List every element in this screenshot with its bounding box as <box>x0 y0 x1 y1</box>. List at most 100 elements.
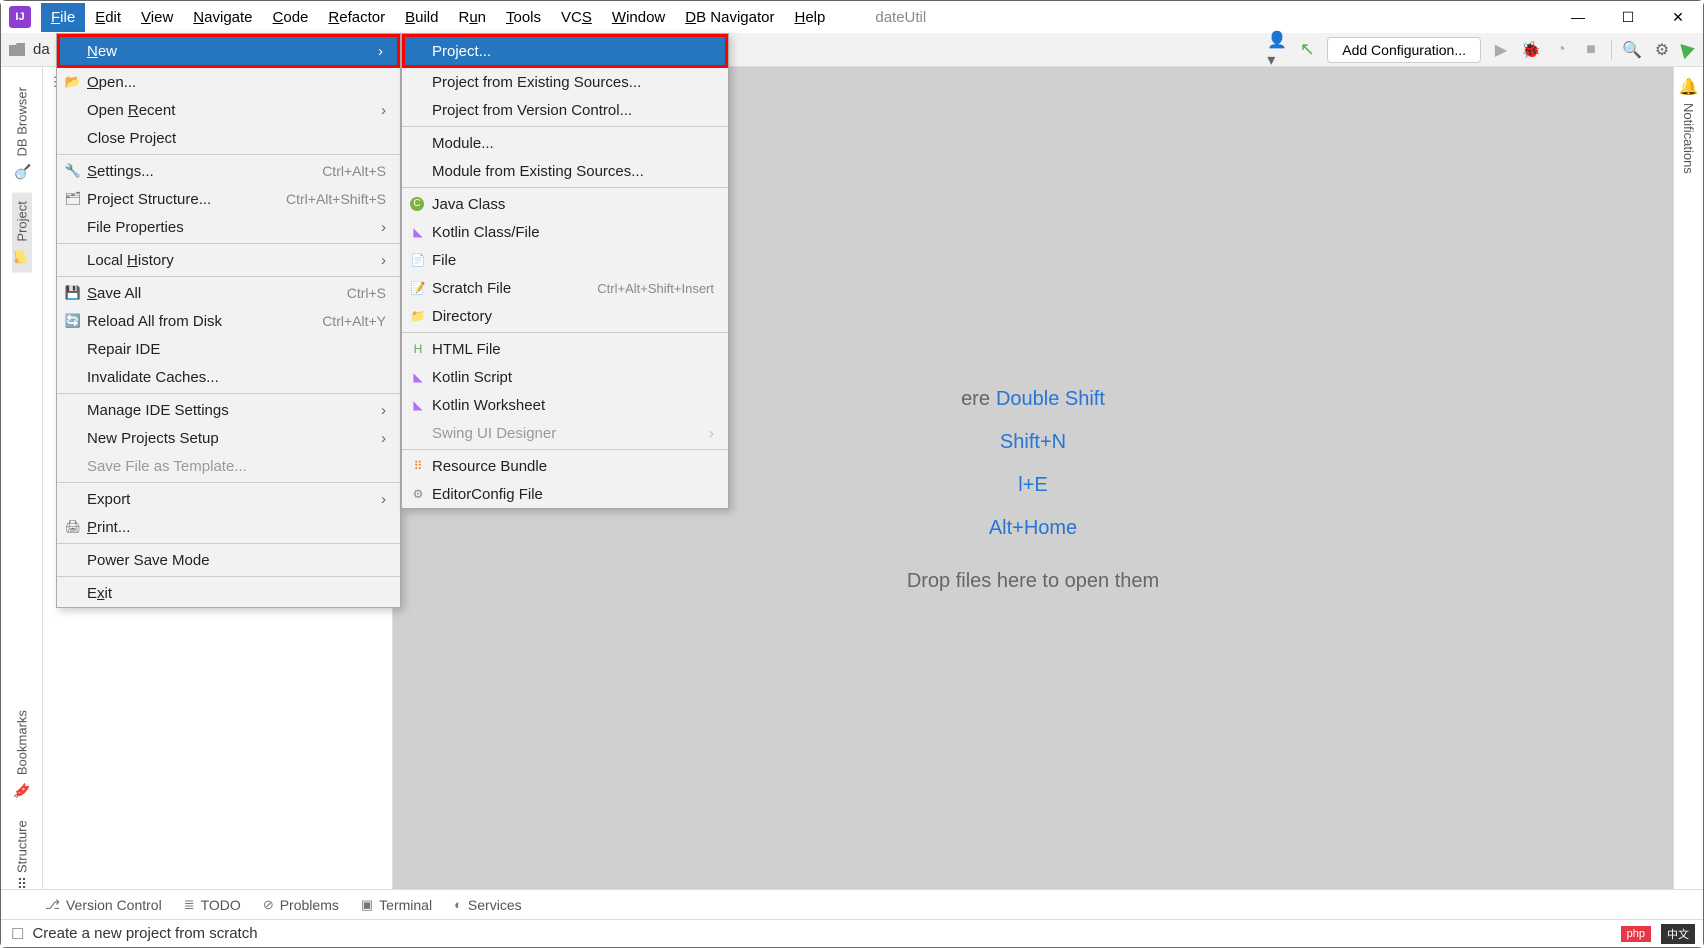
drop-files-hint: Drop files here to open them <box>907 570 1159 593</box>
directory-icon: 📁 <box>410 308 426 324</box>
left-tool-strip: 🔍DB Browser 📁Project 🔖Bookmarks ⠿Structu… <box>1 67 43 913</box>
new-editorconfig[interactable]: ⚙EditorConfig File <box>402 480 728 508</box>
new-project[interactable]: Project... <box>402 34 728 68</box>
toolbar-project[interactable]: da <box>33 41 50 58</box>
user-icon[interactable]: 👤▾ <box>1267 40 1287 60</box>
menu-dbnavigator[interactable]: DB Navigator <box>675 3 784 32</box>
menu-file-properties[interactable]: File Properties› <box>57 213 400 241</box>
menu-window[interactable]: Window <box>602 3 675 32</box>
add-configuration-button[interactable]: Add Configuration... <box>1327 37 1481 63</box>
reload-icon: 🔄 <box>65 313 81 329</box>
menu-manage-ide-settings[interactable]: Manage IDE Settings› <box>57 396 400 424</box>
close-button[interactable]: ✕ <box>1653 1 1703 33</box>
notifications-icon[interactable]: 🔔 <box>1679 77 1699 97</box>
terminal-tool-window[interactable]: ▣Terminal <box>361 897 432 913</box>
menu-exit[interactable]: Exit <box>57 579 400 607</box>
settings-icon[interactable]: ⚙ <box>1652 40 1672 60</box>
resource-icon: ⠿ <box>410 458 426 474</box>
coverage-icon[interactable]: ◔ <box>1551 40 1571 60</box>
lang-badge[interactable]: 中文 <box>1661 924 1695 944</box>
problems-tool-window[interactable]: ⊘Problems <box>263 897 339 913</box>
vcs-tool-window[interactable]: ⎇Version Control <box>45 897 162 913</box>
debug-icon[interactable]: 🐞 <box>1521 40 1541 60</box>
bookmarks-tab[interactable]: 🔖Bookmarks <box>12 702 32 806</box>
new-directory[interactable]: 📁Directory <box>402 302 728 330</box>
maximize-button[interactable]: ☐ <box>1603 1 1653 33</box>
menu-close-project[interactable]: Close Project <box>57 124 400 152</box>
new-module-existing[interactable]: Module from Existing Sources... <box>402 157 728 185</box>
db-browser-tab[interactable]: 🔍DB Browser <box>12 79 32 187</box>
menu-build[interactable]: Build <box>395 3 448 32</box>
new-resource-bundle[interactable]: ⠿Resource Bundle <box>402 452 728 480</box>
menu-code[interactable]: Code <box>263 3 319 32</box>
run-icon[interactable]: ▶ <box>1491 40 1511 60</box>
java-class-icon: C <box>410 197 424 211</box>
menu-print[interactable]: 🖨Print... <box>57 513 400 541</box>
editorconfig-icon: ⚙ <box>410 486 426 502</box>
new-html[interactable]: HHTML File <box>402 335 728 363</box>
new-kotlin-script[interactable]: ◣Kotlin Script <box>402 363 728 391</box>
menu-vcs[interactable]: VCS <box>551 3 602 32</box>
html-icon: H <box>410 341 426 357</box>
build-icon[interactable]: ↖ <box>1297 40 1317 60</box>
menu-help[interactable]: Help <box>784 3 835 32</box>
menu-local-history[interactable]: Local History› <box>57 246 400 274</box>
status-icon[interactable]: ☐ <box>11 925 24 943</box>
jetbrains-icon[interactable] <box>1680 40 1697 59</box>
menu-save-all[interactable]: 💾Save AllCtrl+S <box>57 279 400 307</box>
tool-window-bar: ⎇Version Control ≣TODO ⊘Problems ▣Termin… <box>1 889 1703 919</box>
menu-open-recent[interactable]: Open Recent› <box>57 96 400 124</box>
folder-icon <box>9 43 25 56</box>
php-badge[interactable]: php <box>1621 926 1651 942</box>
search-icon[interactable]: 🔍 <box>1622 40 1642 60</box>
intellij-icon: IJ <box>9 6 31 28</box>
menu-export[interactable]: Export› <box>57 485 400 513</box>
stop-icon[interactable]: ■ <box>1581 40 1601 60</box>
menu-repair-ide[interactable]: Repair IDE <box>57 335 400 363</box>
branch-icon: ⎇ <box>45 897 60 913</box>
menu-project-structure[interactable]: 🗂Project Structure...Ctrl+Alt+Shift+S <box>57 185 400 213</box>
menu-navigate[interactable]: Navigate <box>183 3 262 32</box>
menu-refactor[interactable]: Refactor <box>318 3 395 32</box>
file-menu: New› 📂Open... Open Recent› Close Project… <box>56 33 401 608</box>
new-kotlin-class[interactable]: ◣Kotlin Class/File <box>402 218 728 246</box>
menu-file[interactable]: File <box>41 3 85 32</box>
new-project-vcs[interactable]: Project from Version Control... <box>402 96 728 124</box>
new-java-class[interactable]: CJava Class <box>402 190 728 218</box>
menu-view[interactable]: View <box>131 3 183 32</box>
menu-save-template: Save File as Template... <box>57 452 400 480</box>
new-project-existing[interactable]: Project from Existing Sources... <box>402 68 728 96</box>
new-file[interactable]: 📄File <box>402 246 728 274</box>
menu-new-projects-setup[interactable]: New Projects Setup› <box>57 424 400 452</box>
menu-tools[interactable]: Tools <box>496 3 551 32</box>
menu-invalidate-caches[interactable]: Invalidate Caches... <box>57 363 400 391</box>
status-text: Create a new project from scratch <box>32 925 257 942</box>
menubar: IJ FileEditViewNavigateCodeRefactorBuild… <box>1 1 1703 33</box>
todo-tool-window[interactable]: ≣TODO <box>184 897 241 913</box>
kotlin-script-icon: ◣ <box>410 369 426 385</box>
search-everywhere-hint: ere Double Shift <box>961 388 1105 411</box>
right-tool-strip: 🔔 Notifications <box>1673 67 1703 913</box>
notifications-label[interactable]: Notifications <box>1681 103 1696 174</box>
window-title: dateUtil <box>875 9 926 26</box>
menu-reload[interactable]: 🔄Reload All from DiskCtrl+Alt+Y <box>57 307 400 335</box>
menu-open[interactable]: 📂Open... <box>57 68 400 96</box>
menu-run[interactable]: Run <box>448 3 496 32</box>
kotlin-ws-icon: ◣ <box>410 397 426 413</box>
new-module[interactable]: Module... <box>402 129 728 157</box>
terminal-icon: ▣ <box>361 897 373 913</box>
folder-open-icon: 📂 <box>65 74 81 90</box>
minimize-button[interactable]: — <box>1553 1 1603 33</box>
menu-new[interactable]: New› <box>57 34 400 68</box>
structure-tab[interactable]: ⠿Structure <box>12 812 32 897</box>
menu-edit[interactable]: Edit <box>85 3 131 32</box>
project-tab[interactable]: 📁Project <box>12 193 32 273</box>
kotlin-icon: ◣ <box>410 224 426 240</box>
services-tool-window[interactable]: ◐Services <box>454 897 522 913</box>
new-swing: Swing UI Designer› <box>402 419 728 447</box>
menu-settings[interactable]: 🔧Settings...Ctrl+Alt+S <box>57 157 400 185</box>
save-icon: 💾 <box>65 285 81 301</box>
menu-power-save[interactable]: Power Save Mode <box>57 546 400 574</box>
new-kotlin-worksheet[interactable]: ◣Kotlin Worksheet <box>402 391 728 419</box>
new-scratch[interactable]: 📝Scratch FileCtrl+Alt+Shift+Insert <box>402 274 728 302</box>
